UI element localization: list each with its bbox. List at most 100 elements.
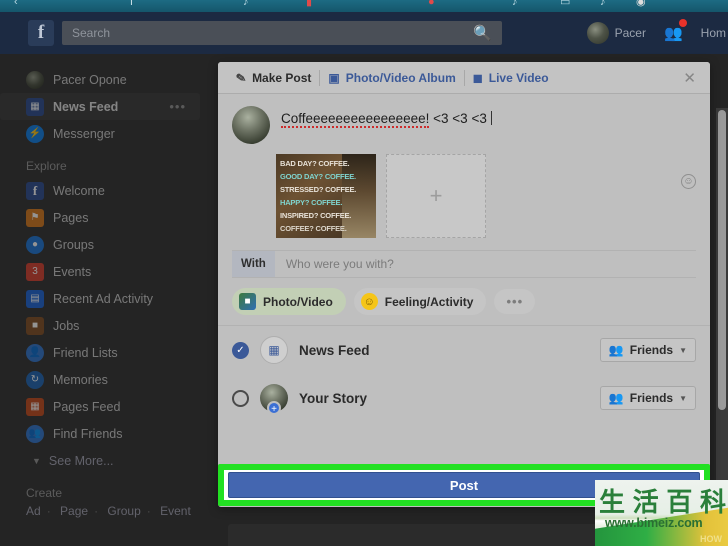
memories-icon: ↻: [26, 370, 44, 389]
compose-area: Coffeeeeeeeeeeeeeeee! <3 <3 <3: [218, 94, 710, 144]
destination-row-your-story[interactable]: + Your Story 👥 Friends ▼: [218, 374, 710, 422]
audience-label: Friends: [629, 391, 674, 405]
photo-video-button[interactable]: ■ Photo/Video: [232, 288, 346, 315]
album-icon: ▣: [328, 70, 340, 85]
browser-icon-1[interactable]: f: [130, 0, 133, 8]
avatar[interactable]: [586, 22, 609, 44]
browser-icon-2[interactable]: ♪: [243, 0, 249, 8]
chevron-down-icon: ▼: [679, 393, 687, 403]
browser-icon-8[interactable]: ◉: [636, 0, 646, 8]
create-link-ad[interactable]: Ad: [26, 504, 41, 518]
watermark: 生 活 百 科 www.bimeiz.com HOW: [595, 480, 728, 546]
flag-icon: ⚑: [26, 208, 44, 227]
search-placeholder: Search: [72, 26, 111, 40]
news-feed-icon: ▦: [26, 97, 44, 116]
friend-requests-icon[interactable]: 👥: [664, 19, 687, 42]
tab-photo-video-album[interactable]: ▣ Photo/Video Album: [320, 71, 463, 85]
facebook-top-navigation-bar: f Search 🔍 Pacer 👥 Hom: [0, 12, 728, 54]
audience-selector-your-story[interactable]: 👥 Friends ▼: [599, 386, 696, 410]
thumbnail-line: BAD DAY? COFFEE.: [280, 159, 350, 168]
more-options-button[interactable]: •••: [494, 289, 536, 314]
search-icon[interactable]: 🔍: [473, 24, 492, 42]
screenshot-root: ‹ f ♪ ▮ ● ♪ ▭ ♪ ◉ f Search 🔍 Pacer 👥 Hom: [0, 0, 728, 546]
topbar-right-cluster: Pacer 👥 Hom: [586, 12, 728, 54]
search-input[interactable]: Search 🔍: [62, 21, 502, 45]
browser-icon-0[interactable]: ‹: [14, 0, 18, 8]
sidebar-item-find-friends[interactable]: 👥 Find Friends: [0, 420, 210, 447]
browser-toolbar-strip: ‹ f ♪ ▮ ● ♪ ▭ ♪ ◉: [0, 0, 728, 12]
watermark-characters: 生 活 百 科: [599, 482, 726, 519]
sidebar-item-pages[interactable]: ⚑ Pages: [0, 204, 210, 231]
news-feed-icon: ▦: [260, 336, 288, 364]
sidebar-item-news-feed[interactable]: ▦ News Feed •••: [0, 93, 200, 120]
sidebar-item-label: Jobs: [53, 318, 80, 333]
tab-make-post[interactable]: ✎ Make Post: [228, 70, 319, 86]
browser-icon-6[interactable]: ▭: [560, 0, 570, 8]
create-link-sep: ·: [46, 504, 51, 518]
close-icon[interactable]: ✕: [679, 69, 700, 87]
add-photo-button[interactable]: +: [386, 154, 486, 238]
scrollbar-thumb[interactable]: [718, 110, 726, 410]
sidebar-item-label: Find Friends: [53, 426, 123, 441]
sidebar-item-profile[interactable]: Pacer Opone: [0, 66, 210, 93]
sidebar-item-groups[interactable]: ● Groups: [0, 231, 210, 258]
watermark-char: 百: [666, 488, 693, 517]
sidebar-news-feed-more-icon[interactable]: •••: [169, 99, 186, 114]
facebook-logo-icon[interactable]: f: [28, 20, 54, 46]
thumbnail-line: COFFEE? COFFEE.: [280, 224, 347, 233]
create-link-sep: ·: [94, 504, 99, 518]
watermark-char: 活: [632, 488, 659, 517]
tab-label: Live Video: [488, 70, 549, 85]
with-tag-row: With Who were you with?: [232, 250, 696, 278]
sidebar-item-messenger[interactable]: ⚡ Messenger: [0, 120, 210, 147]
facebook-icon: f: [26, 181, 44, 200]
feeling-activity-button[interactable]: ☺ Feeling/Activity: [353, 288, 487, 315]
sidebar-see-more[interactable]: ▼ See More...: [0, 447, 210, 474]
browser-icon-4[interactable]: ●: [428, 0, 435, 8]
emoji-icon[interactable]: ☺: [681, 174, 696, 189]
sidebar-item-friend-lists[interactable]: 👤 Friend Lists: [0, 339, 210, 366]
browser-icon-7[interactable]: ♪: [600, 0, 606, 8]
tab-live-video[interactable]: ◼ Live Video: [465, 71, 557, 85]
home-link[interactable]: Hom: [701, 26, 726, 40]
groups-icon: ●: [26, 235, 44, 254]
sidebar-item-welcome[interactable]: f Welcome: [0, 177, 210, 204]
chevron-down-icon: ▼: [679, 345, 687, 355]
sidebar-item-pages-feed[interactable]: ▦ Pages Feed: [0, 393, 210, 420]
audience-label: Friends: [629, 343, 674, 357]
profile-avatar-icon: [26, 70, 44, 89]
thumbnail-line: STRESSED? COFFEE.: [280, 185, 357, 194]
create-link-event[interactable]: Event: [160, 504, 191, 518]
destination-row-news-feed[interactable]: ✓ ▦ News Feed 👥 Friends ▼: [218, 326, 710, 374]
sidebar-item-label: Friend Lists: [53, 345, 118, 360]
sidebar-heading-explore: Explore: [26, 159, 67, 173]
sidebar-item-label: Pages Feed: [53, 399, 121, 414]
sidebar-item-memories[interactable]: ↻ Memories: [0, 366, 210, 393]
sidebar-item-events[interactable]: 3 Events: [0, 258, 210, 285]
browser-icon-3[interactable]: ▮: [306, 0, 312, 8]
radio-unselected-icon[interactable]: [232, 389, 249, 407]
attached-photo-thumbnail[interactable]: BAD DAY? COFFEE. GOOD DAY? COFFEE. STRES…: [276, 154, 376, 238]
sidebar-profile-name: Pacer Opone: [53, 72, 127, 87]
sidebar-item-jobs[interactable]: ■ Jobs: [0, 312, 210, 339]
thumbnail-line: INSPIRED? COFFEE.: [280, 211, 352, 220]
create-link-group[interactable]: Group: [107, 504, 140, 518]
post-text-input[interactable]: Coffeeeeeeeeeeeeeeee! <3 <3 <3: [281, 106, 492, 144]
browser-icon-5[interactable]: ♪: [512, 0, 518, 8]
with-label: With: [232, 251, 275, 277]
avatar[interactable]: [232, 106, 270, 144]
create-link-page[interactable]: Page: [60, 504, 88, 518]
with-input[interactable]: Who were you with?: [286, 257, 394, 271]
chip-label: Feeling/Activity: [384, 294, 474, 309]
radio-selected-icon[interactable]: ✓: [232, 341, 249, 359]
text-caret: [490, 111, 492, 125]
profile-name-label[interactable]: Pacer: [615, 26, 646, 40]
destination-label: News Feed: [299, 342, 370, 358]
photo-video-icon: ■: [239, 293, 256, 310]
sidebar-item-label: Pages: [53, 210, 89, 225]
audience-selector-news-feed[interactable]: 👥 Friends ▼: [599, 338, 696, 362]
watermark-char: 生: [599, 488, 626, 517]
sidebar-item-label: News Feed: [53, 99, 119, 114]
friends-icon: 👥: [608, 343, 624, 357]
sidebar-item-recent-ad-activity[interactable]: ▤ Recent Ad Activity: [0, 285, 210, 312]
